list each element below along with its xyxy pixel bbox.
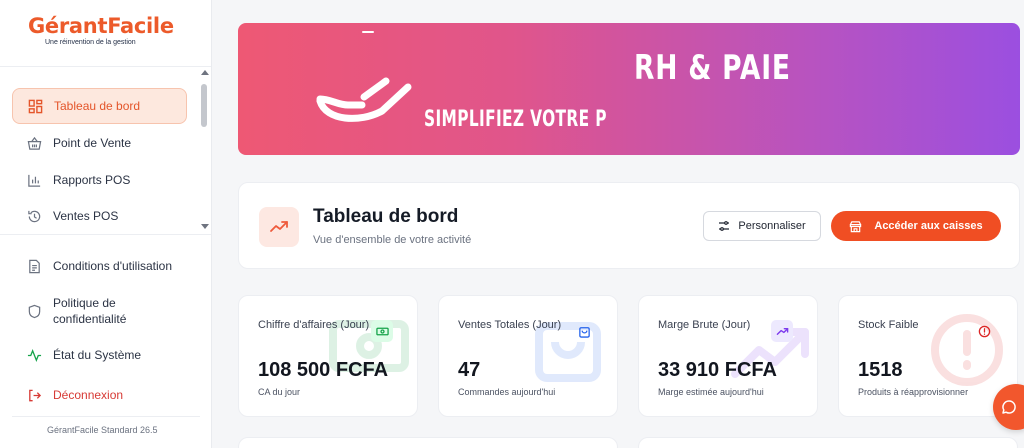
sidebar-item-point-de-vente[interactable]: Point de Vente [12, 125, 187, 161]
sidebar-item-deconnexion[interactable]: Déconnexion [12, 377, 187, 413]
shield-icon [26, 303, 42, 319]
scroll-thumb[interactable] [201, 84, 207, 127]
sidebar-item-label: Tableau de bord [54, 99, 141, 113]
stat-note: Produits à réapprovisionner [858, 387, 969, 397]
scroll-up-arrow[interactable] [201, 70, 209, 75]
stat-value: 33 910 FCFA [658, 359, 777, 381]
stat-card-sales[interactable]: Ventes Totales (Jour) 47 Commandes aujou… [438, 295, 618, 417]
stat-label: Marge Brute (Jour) [658, 319, 751, 331]
trending-up-icon [771, 320, 793, 342]
sidebar-item-dashboard[interactable]: Tableau de bord [12, 88, 187, 124]
brand-tagline: Une réinvention de la gestion [45, 39, 136, 46]
promo-banner[interactable]: RH & PAIE SIMPLIFIEZ VOTRE P [238, 23, 1020, 155]
next-section-card [638, 437, 1018, 448]
banner-subtitle: SIMPLIFIEZ VOTRE P [424, 107, 607, 132]
bar-chart-icon [26, 172, 42, 188]
trending-up-icon [259, 207, 299, 247]
sidebar-item-label: Conditions d'utilisation [53, 259, 173, 273]
stat-note: Commandes aujourd'hui [458, 387, 556, 397]
brand-name: GérantFacile [28, 14, 174, 38]
chat-icon [1002, 400, 1016, 414]
next-section-card [238, 437, 618, 448]
stat-label: Stock Faible [858, 319, 919, 331]
stat-value: 1518 [858, 359, 903, 381]
customize-label: Personnaliser [738, 220, 806, 232]
stat-card-margin[interactable]: Marge Brute (Jour) 33 910 FCFA Marge est… [638, 295, 818, 417]
stat-card-revenue[interactable]: Chiffre d'affaires (Jour) 108 500 FCFA C… [238, 295, 418, 417]
sidebar-item-ventes-pos[interactable]: Ventes POS [12, 198, 187, 234]
dashboard-header: Tableau de bord Vue d'ensemble de votre … [238, 182, 1020, 269]
banner-title: RH & PAIE [634, 48, 791, 88]
sidebar-item-rapports-pos[interactable]: Rapports POS [12, 162, 187, 198]
sidebar-item-label: Politique de confidentialité [53, 296, 127, 326]
stat-note: Marge estimée aujourd'hui [658, 387, 764, 397]
stat-label: Ventes Totales (Jour) [458, 319, 562, 331]
basket-icon [26, 135, 42, 151]
store-icon [850, 220, 862, 232]
access-cashier-button[interactable]: Accéder aux caisses [831, 211, 1001, 241]
history-icon [26, 208, 42, 224]
brand-logo[interactable]: GérantFacile Une réinvention de la gesti… [28, 14, 178, 46]
sidebar: GérantFacile Une réinvention de la gesti… [0, 0, 212, 448]
document-icon [26, 258, 42, 274]
shopping-bag-icon [573, 320, 595, 342]
hand-icon [316, 77, 412, 122]
cash-icon [371, 320, 393, 342]
sidebar-item-politique[interactable]: Politique de confidentialité [12, 289, 187, 333]
dashboard-icon [27, 98, 43, 114]
sidebar-scrollbar[interactable] [199, 70, 209, 230]
sidebar-item-label: État du Système [53, 348, 142, 362]
page-subtitle: Vue d'ensemble de votre activité [313, 234, 472, 246]
sidebar-item-label: Rapports POS [53, 173, 131, 187]
stat-value: 108 500 FCFA [258, 359, 389, 381]
divider [0, 66, 211, 67]
stat-note: CA du jour [258, 387, 301, 397]
divider [12, 416, 200, 417]
stat-label: Chiffre d'affaires (Jour) [258, 319, 370, 331]
sliders-icon [719, 221, 730, 231]
sidebar-item-label: Déconnexion [53, 388, 124, 402]
sidebar-item-conditions[interactable]: Conditions d'utilisation [12, 248, 187, 284]
banner-decoration [362, 31, 374, 33]
page-title: Tableau de bord [313, 206, 459, 227]
activity-icon [26, 347, 42, 363]
app-version: GérantFacile Standard 26.5 [47, 425, 158, 435]
scroll-down-arrow[interactable] [201, 224, 209, 229]
sidebar-item-label: Point de Vente [53, 136, 132, 150]
divider [0, 234, 211, 235]
alert-circle-icon [973, 320, 995, 342]
stat-value: 47 [458, 359, 481, 381]
stat-card-low-stock[interactable]: Stock Faible 1518 Produits à réapprovisi… [838, 295, 1018, 417]
access-cashier-label: Accéder aux caisses [874, 220, 983, 232]
sidebar-item-etat-systeme[interactable]: État du Système [12, 337, 187, 373]
logout-icon [26, 387, 42, 403]
customize-button[interactable]: Personnaliser [703, 211, 821, 241]
sidebar-item-label: Ventes POS [53, 209, 119, 223]
